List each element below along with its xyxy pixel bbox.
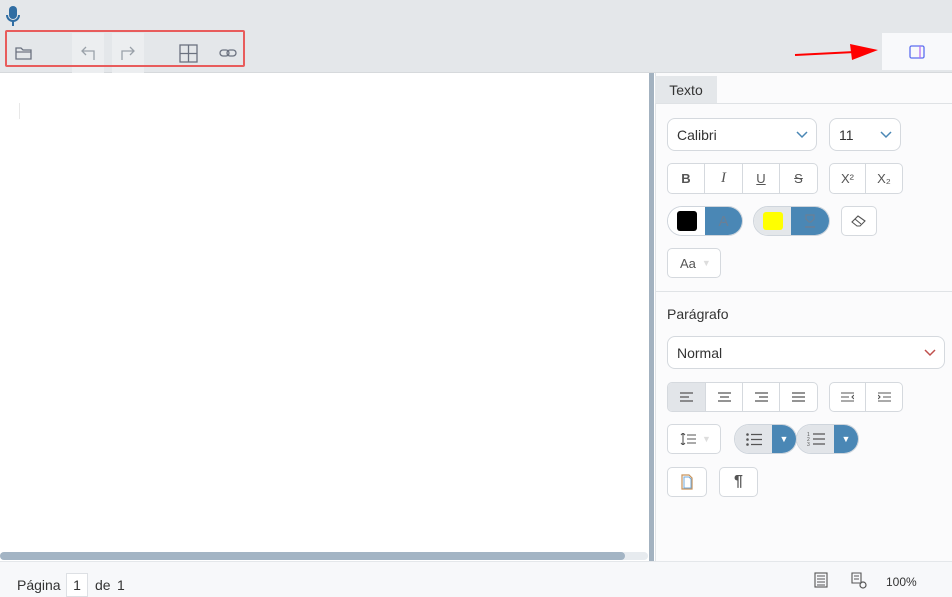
paragraph-style-select[interactable]: Normal xyxy=(667,336,945,369)
decrease-indent-button[interactable] xyxy=(830,383,866,411)
align-left-icon xyxy=(680,392,693,402)
tab-divider xyxy=(655,103,952,104)
line-spacing-button[interactable]: ▼ xyxy=(667,424,721,454)
bullet-list-button[interactable]: ▼ xyxy=(734,424,797,454)
document-settings-icon xyxy=(851,572,867,589)
annotation-box xyxy=(5,30,245,67)
font-family-select[interactable]: Calibri xyxy=(667,118,817,151)
page-break-button[interactable] xyxy=(667,467,707,497)
document-icon xyxy=(681,474,693,490)
change-case-button[interactable]: Aa ▼ xyxy=(667,248,721,278)
microphone-icon[interactable] xyxy=(5,5,21,32)
script-group: X² X₂ xyxy=(829,163,903,194)
text-format-group: B I U S xyxy=(667,163,818,194)
text-cursor xyxy=(19,103,20,119)
italic-button[interactable]: I xyxy=(705,164,743,193)
track-changes-button[interactable] xyxy=(851,572,867,592)
bold-button[interactable]: B xyxy=(668,164,705,193)
page-label: Página xyxy=(17,577,61,593)
font-size-value: 11 xyxy=(839,126,854,143)
page-number-input[interactable]: 1 xyxy=(66,573,88,597)
indent-icon xyxy=(877,392,891,402)
subscript-button[interactable]: X₂ xyxy=(866,164,902,193)
show-formatting-marks-button[interactable]: ¶ xyxy=(719,467,758,497)
caret-down-icon: ▼ xyxy=(702,434,711,444)
change-case-label: Aa xyxy=(680,255,696,271)
page-view-button[interactable] xyxy=(814,572,828,591)
chevron-down-icon xyxy=(880,130,892,138)
numbered-list-icon: 123 xyxy=(797,425,834,453)
of-label: de xyxy=(95,577,111,593)
align-right-button[interactable] xyxy=(743,383,780,411)
clear-format-button[interactable] xyxy=(841,206,877,236)
chevron-down-icon xyxy=(796,130,808,138)
underline-button[interactable]: U xyxy=(743,164,780,193)
numbered-list-button[interactable]: 123 ▼ xyxy=(796,424,859,454)
zoom-level[interactable]: 100% xyxy=(886,575,917,589)
font-color-icon: A xyxy=(705,207,742,235)
font-color-swatch xyxy=(676,211,697,231)
panel-toggle-icon xyxy=(909,44,925,59)
caret-down-icon: ▼ xyxy=(701,258,711,268)
alignment-group xyxy=(667,382,818,412)
total-pages: 1 xyxy=(117,577,125,593)
chevron-down-icon xyxy=(924,348,936,356)
align-center-button[interactable] xyxy=(706,383,743,411)
align-right-icon xyxy=(754,392,768,402)
justify-icon xyxy=(792,392,805,402)
document-editor[interactable] xyxy=(0,73,649,561)
svg-text:3: 3 xyxy=(807,442,810,446)
outdent-icon xyxy=(841,392,854,402)
superscript-button[interactable]: X² xyxy=(830,164,866,193)
align-center-icon xyxy=(717,392,731,402)
eraser-icon xyxy=(851,215,866,227)
caret-down-icon: ▼ xyxy=(772,425,796,453)
highlight-color-swatch xyxy=(762,212,783,230)
increase-indent-button[interactable] xyxy=(866,383,902,411)
section-divider xyxy=(655,291,952,292)
paragraph-section-title: Parágrafo xyxy=(667,306,729,322)
strikethrough-button[interactable]: S xyxy=(780,164,817,193)
annotation-arrow xyxy=(794,44,878,60)
horizontal-scrollbar-thumb[interactable] xyxy=(0,552,625,560)
justify-button[interactable] xyxy=(780,383,817,411)
highlighter-icon xyxy=(791,207,829,235)
pilcrow-icon: ¶ xyxy=(734,473,743,490)
font-size-select[interactable]: 11 xyxy=(829,118,901,151)
status-bar: Página 1 de 1 100% xyxy=(0,561,952,597)
font-color-picker[interactable]: A xyxy=(667,206,743,236)
align-left-button[interactable] xyxy=(668,383,706,411)
line-spacing-icon xyxy=(680,433,696,445)
indent-group xyxy=(829,382,903,412)
tab-texto[interactable]: Texto xyxy=(655,76,717,104)
bullet-list-icon xyxy=(735,425,772,453)
vertical-scrollbar[interactable] xyxy=(649,73,654,561)
top-bar xyxy=(0,0,952,33)
highlight-color-picker[interactable] xyxy=(753,206,830,236)
paragraph-style-value: Normal xyxy=(677,344,723,361)
font-family-value: Calibri xyxy=(677,126,717,143)
toggle-side-panel-button[interactable] xyxy=(882,33,952,70)
caret-down-icon: ▼ xyxy=(834,425,858,453)
document-lines-icon xyxy=(814,572,828,588)
